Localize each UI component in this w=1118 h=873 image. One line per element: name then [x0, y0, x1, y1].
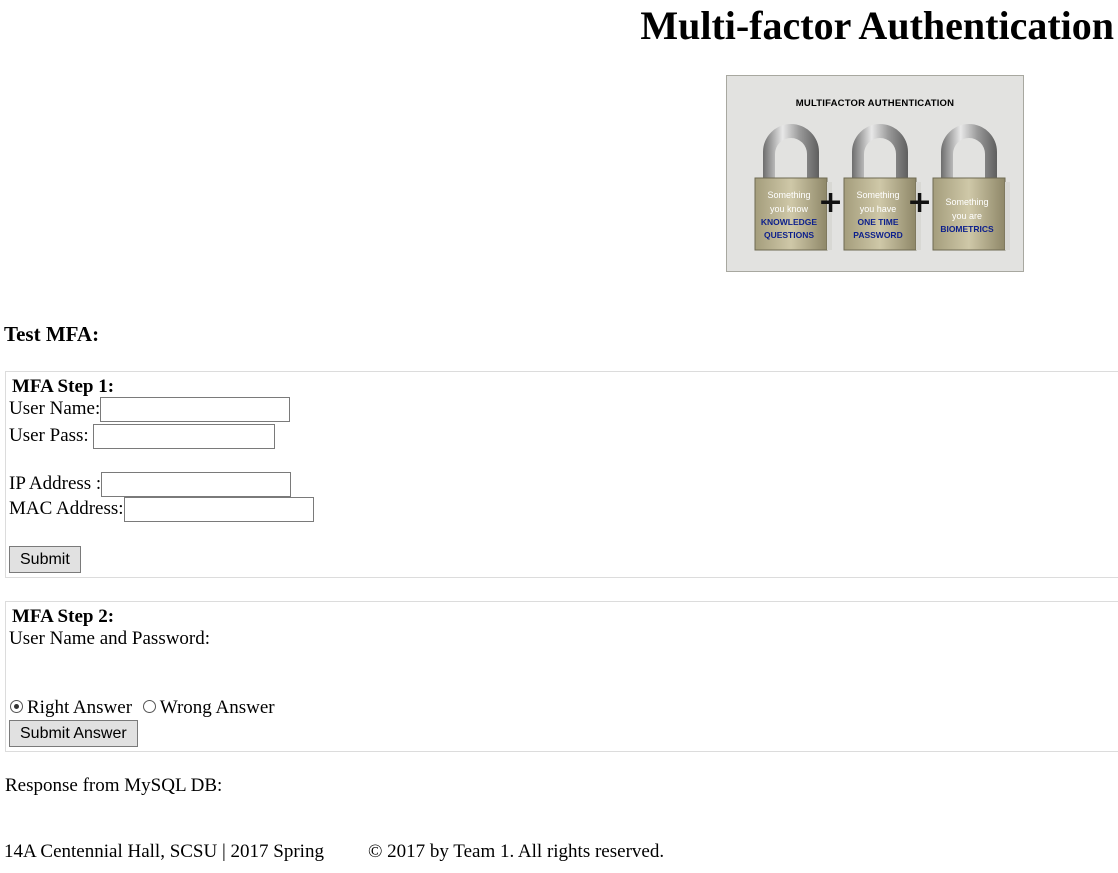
lock-line: you know — [769, 204, 809, 214]
mac-address-input[interactable] — [123, 497, 314, 522]
ip-address-input[interactable] — [101, 472, 292, 497]
wrong-answer-label[interactable]: Wrong Answer — [160, 697, 275, 718]
username-row: User Name: — [9, 397, 291, 422]
username-input[interactable] — [100, 397, 291, 422]
password-input[interactable] — [93, 424, 276, 449]
step1-legend: MFA Step 1: — [12, 376, 115, 397]
padlock-label: Something you are BIOMETRICS — [931, 195, 1003, 236]
password-label: User Pass: — [9, 424, 89, 446]
lock-line: ONE TIME — [857, 217, 899, 227]
ip-row: IP Address : — [9, 472, 292, 497]
step2-prompt: User Name and Password: — [9, 628, 211, 649]
ip-label: IP Address : — [9, 472, 102, 494]
mfa-illustration: MULTIFACTOR AUTHENTICATION Something you… — [726, 75, 1024, 272]
mfa-step2-form: MFA Step 2: User Name and Password: Righ… — [5, 601, 1118, 752]
mac-label: MAC Address: — [9, 497, 124, 519]
page: Multi-factor Authentication MULTIFACTOR … — [0, 0, 1118, 873]
lock-line: Something — [767, 190, 811, 200]
right-answer-radio[interactable] — [10, 700, 23, 714]
lock-line: QUESTIONS — [763, 230, 815, 240]
footer-location: 14A Centennial Hall, SCSU | 2017 Spring — [4, 841, 324, 862]
illustration-caption: MULTIFACTOR AUTHENTICATION — [795, 98, 955, 109]
lock-line: Something — [945, 197, 989, 207]
submit-button[interactable]: Submit — [9, 546, 81, 573]
right-answer-label[interactable]: Right Answer — [27, 697, 132, 718]
lock-line: KNOWLEDGE — [760, 217, 818, 227]
mac-row: MAC Address: — [9, 497, 314, 522]
page-title: Multi-factor Authentication — [640, 3, 1114, 48]
answer-options: Right Answer Wrong Answer — [6, 697, 275, 719]
mfa-step1-form: MFA Step 1: User Name: User Pass: IP Add… — [5, 371, 1118, 578]
padlock-label: Something you know KNOWLEDGE QUESTIONS — [753, 188, 825, 242]
submit-answer-button[interactable]: Submit Answer — [9, 720, 138, 747]
test-mfa-heading: Test MFA: — [4, 322, 100, 346]
wrong-answer-radio[interactable] — [142, 700, 156, 714]
footer-copyright: © 2017 by Team 1. All rights reserved. — [367, 841, 665, 862]
step2-legend: MFA Step 2: — [12, 606, 115, 627]
padlock-label: Something you have ONE TIME PASSWORD — [842, 188, 914, 242]
footer: 14A Centennial Hall, SCSU | 2017 Spring ©… — [4, 841, 664, 863]
lock-line: you have — [859, 204, 897, 214]
username-label: User Name: — [9, 397, 101, 419]
response-label: Response from MySQL DB: — [5, 775, 223, 796]
lock-line: Something — [856, 190, 900, 200]
lock-line: you are — [951, 211, 983, 221]
password-row: User Pass: — [9, 424, 276, 449]
padlock-inherence: Something you are BIOMETRICS — [929, 120, 1011, 252]
lock-line: PASSWORD — [853, 230, 903, 240]
lock-line: BIOMETRICS — [940, 224, 994, 234]
